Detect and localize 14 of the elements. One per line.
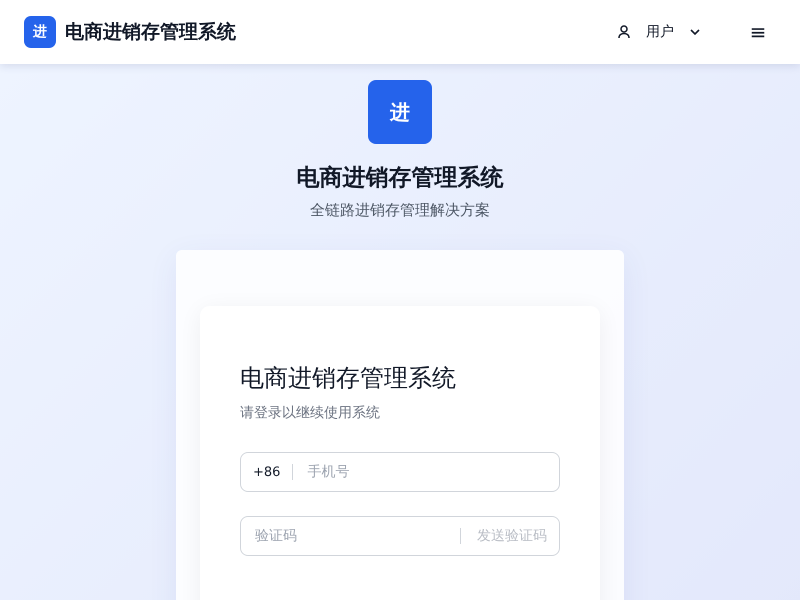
logo: 进 [368, 80, 432, 144]
hero-title: 电商进销存管理系统 [296, 164, 504, 193]
logo: 进 [24, 16, 56, 48]
code-input[interactable]: 验证码 [253, 527, 448, 545]
phone-input[interactable]: 手机号 [305, 463, 547, 481]
user-icon [616, 24, 632, 40]
menu-button[interactable]: ≡ [744, 18, 772, 46]
login-title: 电商进销存管理系统 [240, 363, 457, 394]
country-code: +86 [253, 464, 280, 480]
login-subtitle: 请登录以继续使用系统 [240, 404, 381, 422]
app-title: 电商进销存管理系统 [65, 20, 236, 45]
hero-subtitle: 全链路进销存管理解决方案 [310, 201, 490, 220]
phone-field[interactable]: +86 手机号 [240, 452, 560, 492]
user-menu[interactable]: 用户 [610, 19, 708, 45]
